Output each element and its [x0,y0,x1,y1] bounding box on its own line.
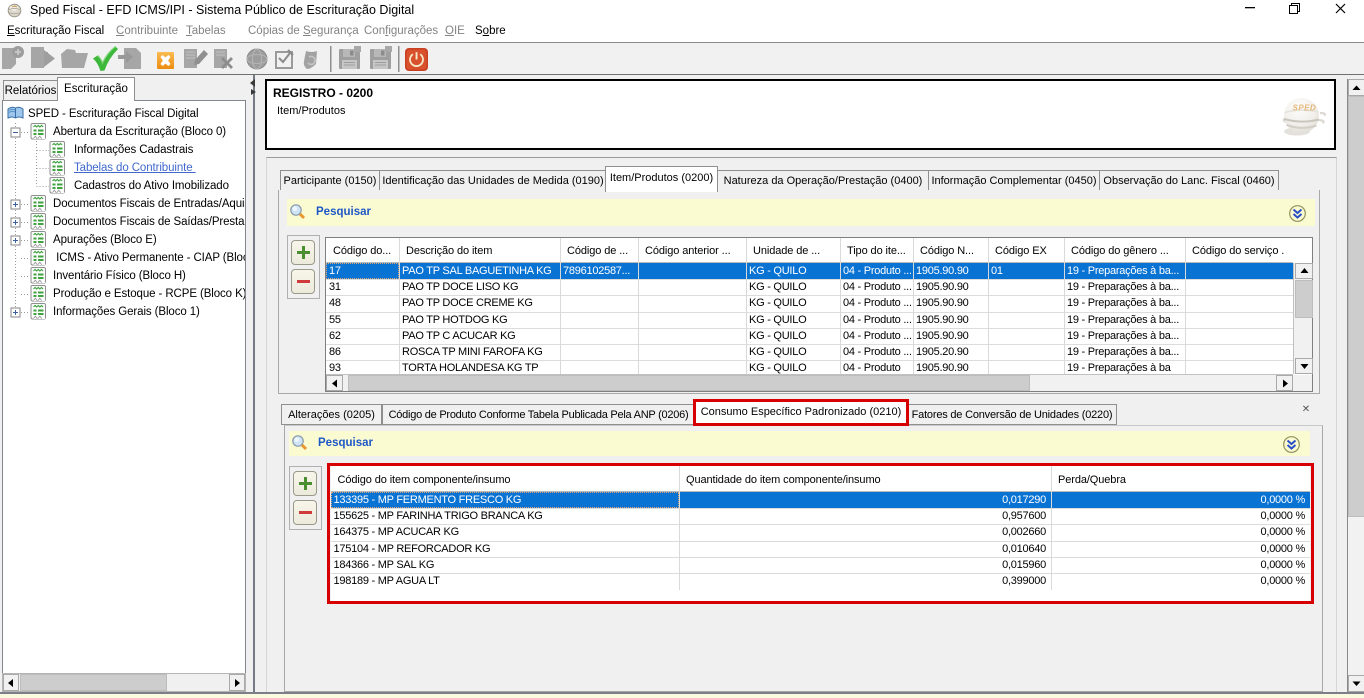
svg-text:SPED: SPED [1293,104,1317,113]
